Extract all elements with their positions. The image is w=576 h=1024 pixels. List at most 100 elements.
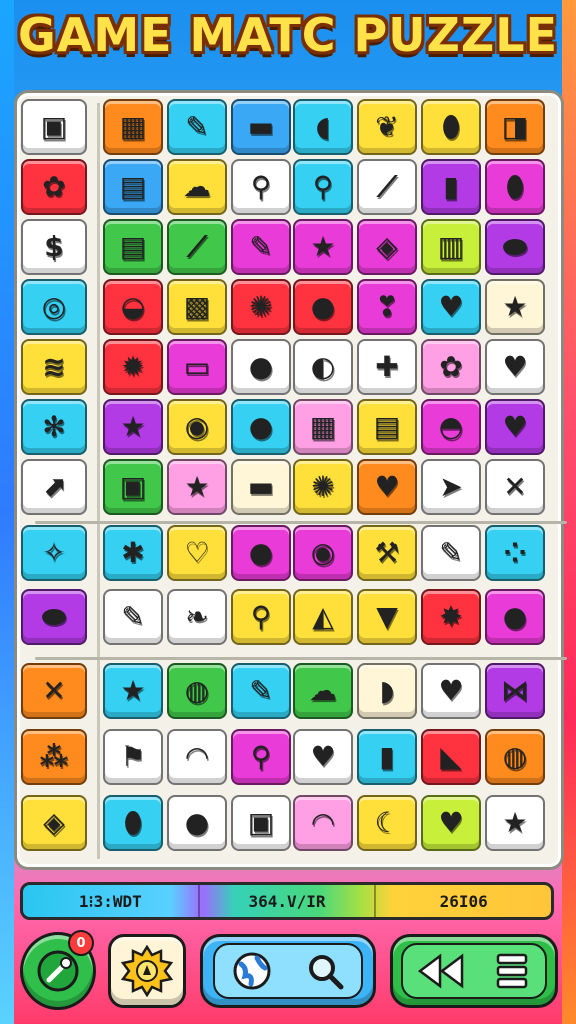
tile[interactable]: ▤ [103, 219, 163, 275]
tile[interactable]: ⬮ [485, 159, 545, 215]
tile[interactable]: ◓ [421, 399, 481, 455]
tile[interactable]: ▣ [231, 795, 291, 851]
search-icon[interactable] [305, 951, 345, 991]
tile[interactable]: ♥ [293, 729, 353, 785]
tile[interactable]: ▭ [167, 339, 227, 395]
tile[interactable]: ≋ [21, 339, 87, 395]
tile[interactable]: ⬬ [21, 589, 87, 645]
tile[interactable]: ✺ [231, 279, 291, 335]
tile[interactable]: ⬮ [421, 99, 481, 155]
tile[interactable]: ⚲ [293, 159, 353, 215]
tile[interactable]: ☁ [293, 663, 353, 719]
tile[interactable]: ✕ [21, 663, 87, 719]
tile[interactable]: ♥ [421, 795, 481, 851]
tile[interactable]: ◨ [485, 99, 545, 155]
tile[interactable]: ⟋ [167, 219, 227, 275]
tile[interactable]: ✎ [421, 525, 481, 581]
tile[interactable]: ▣ [103, 459, 163, 515]
tile[interactable]: $ [21, 219, 87, 275]
tile[interactable]: ● [485, 589, 545, 645]
tile[interactable]: ● [231, 399, 291, 455]
tile[interactable]: ▼ [357, 589, 417, 645]
tile[interactable]: ✻ [21, 399, 87, 455]
tile[interactable]: ◉ [293, 525, 353, 581]
tile[interactable]: ☁ [167, 159, 227, 215]
tile[interactable]: ❣ [357, 279, 417, 335]
tile[interactable]: ⬬ [485, 219, 545, 275]
tile[interactable]: ★ [293, 219, 353, 275]
tile[interactable]: ● [167, 795, 227, 851]
tile[interactable]: ▩ [167, 279, 227, 335]
hint-globe-icon[interactable] [231, 950, 273, 992]
tile[interactable]: ★ [103, 399, 163, 455]
tile[interactable]: ✎ [103, 589, 163, 645]
tile[interactable]: ◍ [167, 663, 227, 719]
tile[interactable]: ☾ [357, 795, 417, 851]
tile[interactable]: ▦ [103, 99, 163, 155]
tile[interactable]: ♡ [167, 525, 227, 581]
tile[interactable]: ◖ [293, 99, 353, 155]
tile[interactable]: ✎ [231, 219, 291, 275]
tile[interactable]: ◗ [357, 663, 417, 719]
tile[interactable]: ★ [485, 279, 545, 335]
tile[interactable]: ◉ [167, 399, 227, 455]
tile[interactable]: ✺ [293, 459, 353, 515]
tile[interactable]: ✿ [421, 339, 481, 395]
tile[interactable]: ⟋ [357, 159, 417, 215]
tile[interactable]: ▤ [357, 399, 417, 455]
tile[interactable]: ★ [485, 795, 545, 851]
tile[interactable]: ✱ [103, 525, 163, 581]
tile[interactable]: ◎ [21, 279, 87, 335]
tile[interactable]: ◭ [293, 589, 353, 645]
tile[interactable]: ✿ [21, 159, 87, 215]
tile[interactable]: ✧ [21, 525, 87, 581]
tile[interactable]: ◍ [485, 729, 545, 785]
tile[interactable]: ✹ [103, 339, 163, 395]
tile[interactable]: ▬ [231, 459, 291, 515]
tile[interactable]: ⁘ [485, 525, 545, 581]
tile[interactable]: ⚒ [357, 525, 417, 581]
tile[interactable]: ◠ [167, 729, 227, 785]
tile[interactable]: ◣ [421, 729, 481, 785]
tile[interactable]: ⁂ [21, 729, 87, 785]
tile[interactable]: ● [231, 525, 291, 581]
tile[interactable]: ❦ [357, 99, 417, 155]
tile[interactable]: ❧ [167, 589, 227, 645]
tile[interactable]: ⬈ [21, 459, 87, 515]
tile[interactable]: ✕ [485, 459, 545, 515]
tile[interactable]: ▤ [103, 159, 163, 215]
tile[interactable]: ⋈ [485, 663, 545, 719]
tile[interactable]: ⚲ [231, 589, 291, 645]
tile[interactable]: ⚲ [231, 729, 291, 785]
tile[interactable]: ★ [167, 459, 227, 515]
tile[interactable]: ♥ [357, 459, 417, 515]
tile[interactable]: ♥ [485, 399, 545, 455]
tile[interactable]: ♥ [421, 279, 481, 335]
tile[interactable]: ➤ [421, 459, 481, 515]
tile[interactable]: ◐ [293, 339, 353, 395]
tile[interactable]: ◒ [103, 279, 163, 335]
tile[interactable]: ▣ [21, 99, 87, 155]
menu-icon[interactable] [494, 952, 530, 990]
tile[interactable]: ● [293, 279, 353, 335]
tile[interactable]: ★ [103, 663, 163, 719]
tile[interactable]: ◈ [21, 795, 87, 851]
tile[interactable]: ♥ [421, 663, 481, 719]
tile[interactable]: ♥ [485, 339, 545, 395]
rewind-icon[interactable] [418, 952, 464, 990]
tile[interactable]: ● [231, 339, 291, 395]
tile[interactable]: ◈ [357, 219, 417, 275]
tile[interactable]: ▬ [231, 99, 291, 155]
tile[interactable]: ▮ [357, 729, 417, 785]
tile[interactable]: ✸ [421, 589, 481, 645]
tile[interactable]: ⚲ [231, 159, 291, 215]
tile[interactable]: ⚑ [103, 729, 163, 785]
tile[interactable]: ⬮ [103, 795, 163, 851]
tile[interactable]: ◠ [293, 795, 353, 851]
tile[interactable]: ▦ [293, 399, 353, 455]
bonus-button[interactable] [108, 934, 186, 1008]
tile[interactable]: ✎ [167, 99, 227, 155]
tile[interactable]: ▥ [421, 219, 481, 275]
tile[interactable]: ✎ [231, 663, 291, 719]
tile[interactable]: ▮ [421, 159, 481, 215]
